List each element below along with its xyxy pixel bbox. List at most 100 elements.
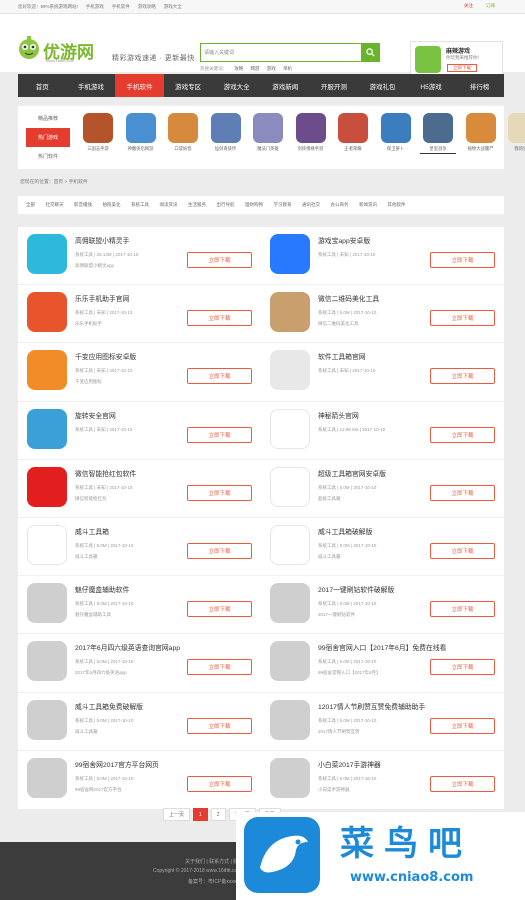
download-button[interactable]: 立即下载: [430, 775, 495, 792]
game-item[interactable]: 植物大战僵尸: [463, 113, 499, 154]
download-button[interactable]: 立即下载: [430, 368, 495, 385]
tag-filter[interactable]: 系统工具: [131, 202, 149, 208]
download-button[interactable]: 立即下载: [187, 717, 252, 734]
category-tab[interactable]: 热门游戏: [26, 128, 70, 147]
download-button[interactable]: 立即下载: [430, 659, 495, 676]
nav-item[interactable]: 排行榜: [455, 74, 504, 97]
app-icon[interactable]: [270, 234, 310, 274]
tag-filter[interactable]: 办公商务: [331, 202, 349, 208]
download-button[interactable]: 立即下载: [430, 601, 495, 618]
download-button[interactable]: 立即下载: [187, 543, 252, 559]
app-title[interactable]: 微信智能抢红包软件: [75, 468, 136, 478]
app-title[interactable]: 高佣联盟小精灵手: [75, 235, 129, 245]
app-title[interactable]: 99宿舍网2017官方平台网页: [75, 759, 159, 769]
app-title[interactable]: 超级工具箱官网安卓版: [318, 468, 386, 478]
app-icon[interactable]: [27, 699, 67, 740]
nav-item[interactable]: 游戏新闻: [261, 74, 310, 97]
app-title[interactable]: 千变应用图标安卓版: [75, 351, 136, 361]
app-title[interactable]: 2017一键刷钻软件破解版: [318, 584, 394, 594]
search-box[interactable]: 请输入关键词: [200, 43, 380, 62]
download-button[interactable]: 立即下载: [430, 717, 495, 734]
app-icon[interactable]: [27, 525, 67, 565]
nav-item[interactable]: 游戏礼包: [358, 74, 407, 97]
download-button[interactable]: 立即下载: [187, 310, 252, 327]
search-input[interactable]: 请输入关键词: [204, 49, 234, 56]
nav-item[interactable]: 开服开测: [310, 74, 359, 97]
app-title[interactable]: 游戏宝app安卓版: [318, 235, 370, 245]
tag-filter[interactable]: 通讯社交: [302, 202, 320, 208]
download-button[interactable]: 立即下载: [187, 601, 252, 618]
app-title[interactable]: 旋转安全官网: [75, 410, 116, 420]
tag-filter[interactable]: 阅读资讯: [160, 202, 178, 208]
category-tab[interactable]: 热门软件: [26, 147, 70, 166]
pager-item[interactable]: 上一页: [163, 808, 191, 821]
download-button[interactable]: 立即下载: [430, 252, 495, 268]
app-title[interactable]: 威斗工具箱: [75, 526, 109, 536]
game-item[interactable]: 魔法门英雄: [250, 113, 286, 154]
app-icon[interactable]: [27, 583, 67, 624]
promo-box[interactable]: 麻辣游戏 你玩我来推荐你！ 立即下载: [410, 41, 503, 77]
app-title[interactable]: 2017年6月四六级英语查询官网app: [75, 642, 180, 652]
download-button[interactable]: 立即下载: [187, 426, 252, 443]
game-item[interactable]: 我的世界: [505, 113, 525, 154]
game-item[interactable]: 三国志手游: [80, 113, 116, 154]
tag-filter[interactable]: 理财购物: [245, 202, 263, 208]
game-item[interactable]: 皇室战争: [420, 113, 456, 154]
tag-filter[interactable]: 影音播放: [74, 202, 92, 208]
tag-filter[interactable]: 学习教育: [274, 202, 292, 208]
app-icon[interactable]: [27, 408, 67, 449]
game-item[interactable]: 仙剑奇侠传: [208, 113, 244, 154]
hot-word[interactable]: 攻略: [234, 66, 243, 71]
site-logo[interactable]: 优游网 www.16ttttt.com: [18, 36, 113, 63]
hot-word[interactable]: 游戏: [267, 66, 276, 71]
app-title[interactable]: 99宿舍官网入口【2017年6月】免费在线看: [318, 642, 446, 652]
app-icon[interactable]: [270, 699, 310, 740]
app-icon[interactable]: [27, 757, 67, 798]
app-icon[interactable]: [270, 466, 310, 507]
app-title[interactable]: 小白菜2017手游神器: [318, 759, 381, 769]
app-title[interactable]: 微信二维码美化工具: [318, 293, 379, 303]
download-button[interactable]: 立即下载: [187, 252, 252, 268]
app-icon[interactable]: [270, 525, 310, 565]
nav-item[interactable]: 游戏大全: [212, 74, 261, 97]
app-icon[interactable]: [270, 408, 310, 449]
nav-item[interactable]: H5游戏: [407, 74, 456, 97]
game-item[interactable]: 剑侠情缘手游: [293, 113, 329, 154]
app-title[interactable]: 魅仔魔盒辅助软件: [75, 584, 129, 594]
top-link[interactable]: 手机软件: [112, 4, 130, 10]
tag-filter[interactable]: 出行导航: [217, 202, 235, 208]
nav-item[interactable]: 游戏专区: [164, 74, 213, 97]
download-button[interactable]: 立即下载: [187, 659, 252, 676]
nav-item[interactable]: 手机软件: [115, 74, 164, 97]
game-item[interactable]: 保卫萝卜: [378, 113, 414, 154]
game-item[interactable]: 口袋妖怪: [165, 113, 201, 154]
download-button[interactable]: 立即下载: [187, 368, 252, 385]
game-item[interactable]: 王者荣耀: [335, 113, 371, 154]
hot-word[interactable]: 单机: [283, 66, 292, 71]
app-title[interactable]: 神秘箭头官网: [318, 410, 359, 420]
tag-filter[interactable]: 新闻资讯: [359, 202, 377, 208]
tag-filter[interactable]: 社交聊天: [46, 202, 64, 208]
app-icon[interactable]: [270, 757, 310, 798]
download-button[interactable]: 立即下载: [187, 775, 252, 792]
pager-item[interactable]: 1: [193, 808, 208, 821]
download-button[interactable]: 立即下载: [430, 484, 495, 501]
app-icon[interactable]: [27, 292, 67, 333]
nav-item[interactable]: 首页: [18, 74, 67, 97]
app-icon[interactable]: [270, 583, 310, 624]
app-icon[interactable]: [27, 641, 67, 682]
app-title[interactable]: 威斗工具箱免费破解版: [75, 701, 143, 711]
app-icon[interactable]: [270, 641, 310, 682]
nav-item[interactable]: 手机游戏: [67, 74, 116, 97]
tag-filter[interactable]: 其他软件: [388, 202, 406, 208]
wechat-link[interactable]: 订阅: [486, 3, 495, 9]
app-title[interactable]: 乐乐手机助手官网: [75, 293, 129, 303]
tag-filter[interactable]: 生活服务: [188, 202, 206, 208]
app-title[interactable]: 威斗工具箱破解版: [318, 526, 372, 536]
tag-filter[interactable]: 全部: [26, 202, 35, 208]
download-button[interactable]: 立即下载: [430, 543, 495, 559]
app-title[interactable]: 软件工具箱官网: [318, 351, 366, 361]
game-item[interactable]: 神雕侠侣网游: [123, 113, 159, 154]
app-icon[interactable]: [270, 350, 310, 391]
app-title[interactable]: 12017情人节刷赞互赞免费辅助助手: [318, 701, 425, 711]
